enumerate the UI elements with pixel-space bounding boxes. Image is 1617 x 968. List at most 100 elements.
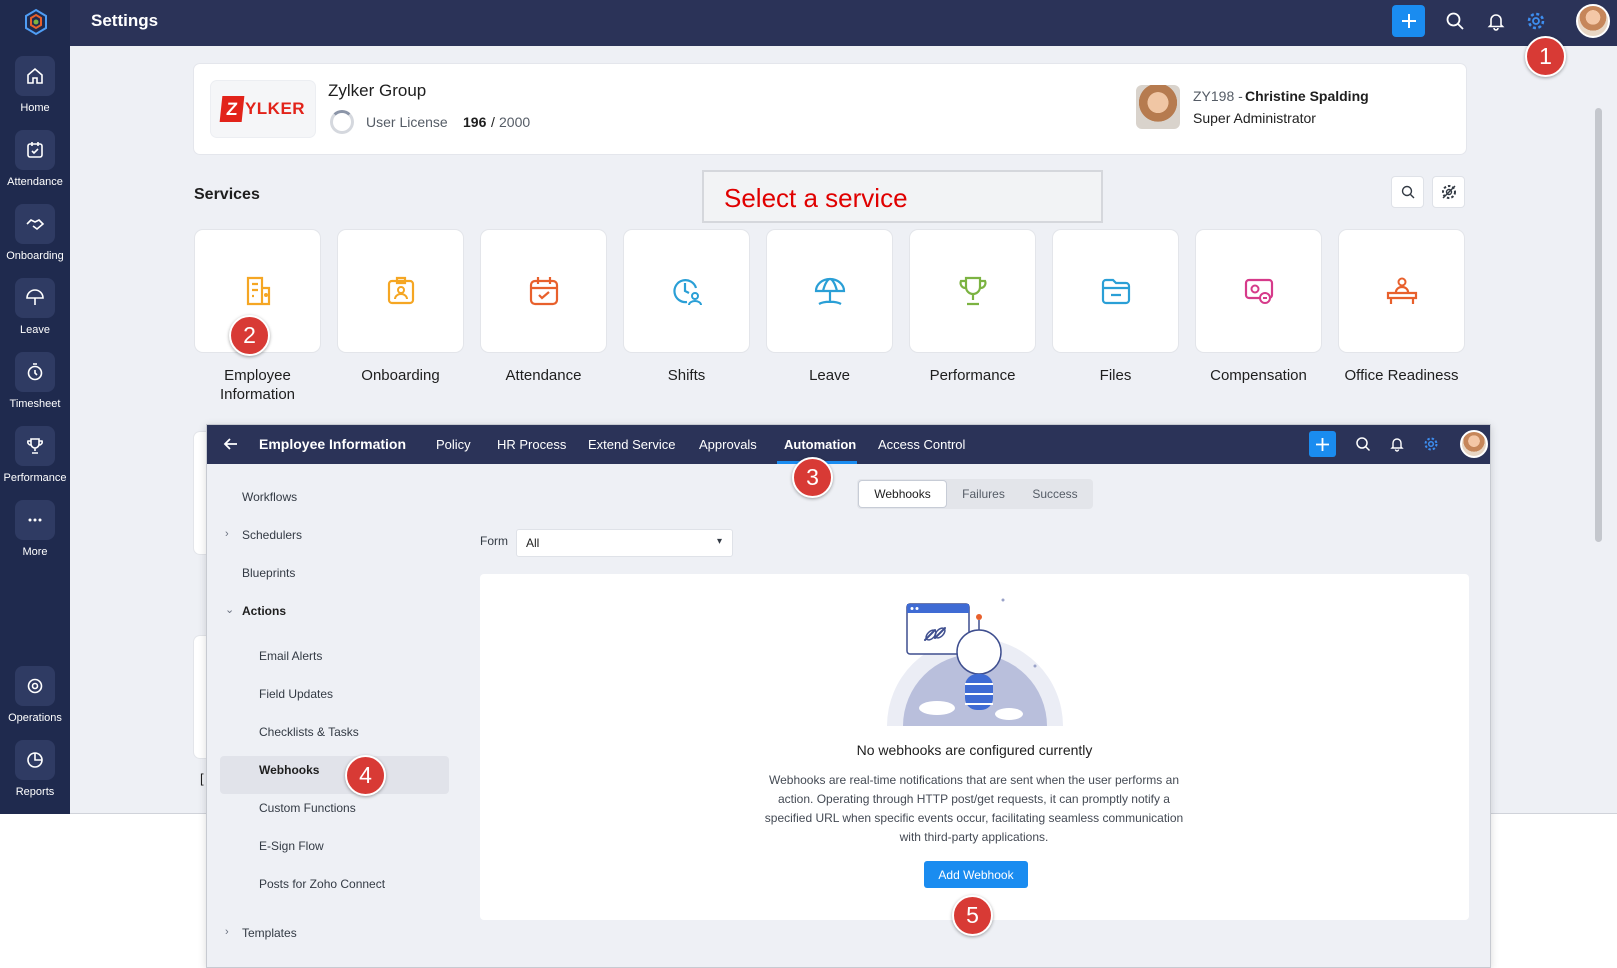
nav-leave[interactable]: Leave [0, 278, 70, 336]
page-title: Settings [91, 11, 159, 30]
plus-icon [1316, 437, 1329, 451]
module-add-button[interactable] [1309, 431, 1336, 457]
form-filter-value: All [526, 536, 540, 550]
nav-timesheet[interactable]: Timesheet [0, 352, 70, 410]
sidebar-item-blueprints[interactable]: Blueprints [242, 566, 295, 580]
service-shifts[interactable]: Shifts [624, 230, 749, 385]
nav-timesheet-label: Timesheet [9, 398, 61, 410]
nav-home-label: Home [20, 102, 50, 114]
company-logo-mark: Z [219, 96, 245, 122]
search-button[interactable] [1444, 10, 1466, 32]
chevron-right-icon[interactable]: › [225, 926, 229, 938]
module-settings-button[interactable] [1421, 434, 1441, 454]
admin-employee-id: ZY198 - [1193, 88, 1243, 104]
admin-photo [1136, 85, 1180, 129]
license-total: 2000 [499, 114, 531, 130]
umbrella-icon [26, 289, 44, 305]
sidebar-item-templates[interactable]: Templates [242, 926, 297, 940]
nav-performance-label: Performance [3, 472, 67, 484]
gear-slash-icon [1441, 185, 1456, 199]
module-notifications-button[interactable] [1387, 434, 1407, 454]
webhook-status-segment: Webhooks Failures Success [857, 479, 1093, 509]
compensation-icon [1244, 278, 1273, 304]
tab-access-control[interactable]: Access Control [878, 437, 965, 452]
company-logo-text: YLKER [244, 99, 306, 118]
pie-chart-icon [27, 752, 43, 768]
company-logo: Z YLKER [211, 81, 315, 137]
service-label: Files [1099, 367, 1132, 384]
sidebar-item-checklists-tasks[interactable]: Checklists & Tasks [259, 725, 359, 739]
chevron-down-icon[interactable]: ⌄ [225, 603, 234, 616]
sidebar-item-webhooks[interactable]: Webhooks [259, 763, 319, 777]
step-marker-3: 3 [792, 457, 833, 498]
segment-failures[interactable]: Failures [949, 481, 1018, 507]
tab-extend-service[interactable]: Extend Service [588, 437, 675, 452]
tab-policy[interactable]: Policy [436, 437, 471, 452]
more-icon [28, 518, 42, 522]
nav-more-label: More [22, 546, 48, 558]
add-webhook-button[interactable]: Add Webhook [924, 861, 1028, 888]
service-performance[interactable]: Performance [910, 230, 1035, 385]
service-attendance[interactable]: Attendance [481, 230, 606, 385]
tab-hr-process[interactable]: HR Process [497, 437, 566, 452]
service-onboarding[interactable]: Onboarding [338, 230, 463, 385]
add-button[interactable] [1392, 5, 1425, 37]
bell-icon [1487, 14, 1505, 31]
sidebar-item-schedulers[interactable]: Schedulers [242, 528, 302, 542]
service-office-readiness[interactable]: Office Readiness [1339, 230, 1464, 385]
chevron-down-icon: ▾ [716, 536, 722, 547]
organization-name: Zylker Group [328, 81, 427, 100]
chevron-right-icon[interactable]: › [225, 528, 229, 540]
tab-automation[interactable]: Automation [784, 437, 856, 452]
page-scrollbar-thumb[interactable] [1595, 108, 1602, 542]
sidebar-item-field-updates[interactable]: Field Updates [259, 687, 333, 701]
module-user-avatar[interactable] [1460, 430, 1488, 458]
sidebar-item-e-sign-flow[interactable]: E-Sign Flow [259, 839, 324, 853]
sidebar-item-posts-zoho-connect[interactable]: Posts for Zoho Connect [259, 877, 385, 891]
trophy-icon [958, 276, 987, 306]
service-compensation[interactable]: Compensation [1196, 230, 1321, 385]
operations-icon [27, 678, 43, 694]
notifications-button[interactable] [1485, 10, 1507, 32]
search-icon [1356, 437, 1371, 452]
nav-operations[interactable]: Operations [0, 666, 70, 724]
left-nav: Home Attendance Onboarding Leave Timeshe… [0, 0, 70, 814]
plus-icon [1401, 14, 1416, 28]
sidebar-item-actions[interactable]: Actions [242, 604, 286, 618]
step-marker-4: 4 [345, 755, 386, 796]
organization-card: Z YLKER Zylker Group User License 196 / … [194, 64, 1466, 154]
service-leave[interactable]: Leave [767, 230, 892, 385]
module-top-bar: Employee Information Policy HR Process E… [207, 425, 1490, 464]
module-search-button[interactable] [1353, 434, 1373, 454]
services-heading: Services [194, 186, 260, 203]
segment-success[interactable]: Success [1021, 481, 1089, 507]
settings-button[interactable] [1525, 10, 1547, 32]
user-avatar[interactable] [1576, 4, 1610, 38]
sidebar-item-custom-functions[interactable]: Custom Functions [259, 801, 356, 815]
sidebar-item-email-alerts[interactable]: Email Alerts [259, 649, 322, 663]
nav-more[interactable]: More [0, 500, 70, 558]
nav-reports[interactable]: Reports [0, 740, 70, 798]
webhook-robot-illustration [887, 598, 1063, 726]
nav-home[interactable]: Home [0, 56, 70, 114]
step-marker-2: 2 [229, 315, 270, 356]
services-search-button[interactable] [1391, 176, 1424, 208]
hidden-card-label: [ [200, 771, 204, 786]
sidebar-item-workflows[interactable]: Workflows [242, 490, 297, 504]
service-label: Leave [809, 367, 850, 384]
service-files[interactable]: Files [1053, 230, 1178, 385]
tab-approvals[interactable]: Approvals [699, 437, 757, 452]
services-customize-button[interactable] [1432, 176, 1465, 208]
back-button[interactable] [219, 433, 243, 455]
calendar-icon [27, 142, 43, 158]
onboarding-icon [387, 276, 414, 305]
nav-onboarding[interactable]: Onboarding [0, 204, 70, 262]
form-filter-select[interactable]: All ▾ [516, 529, 733, 557]
nav-attendance-label: Attendance [7, 176, 63, 188]
handshake-icon [26, 219, 45, 231]
nav-onboarding-label: Onboarding [6, 250, 64, 262]
nav-attendance[interactable]: Attendance [0, 130, 70, 188]
nav-performance[interactable]: Performance [0, 426, 70, 484]
segment-webhooks[interactable]: Webhooks [859, 481, 946, 507]
home-icon [27, 67, 43, 84]
